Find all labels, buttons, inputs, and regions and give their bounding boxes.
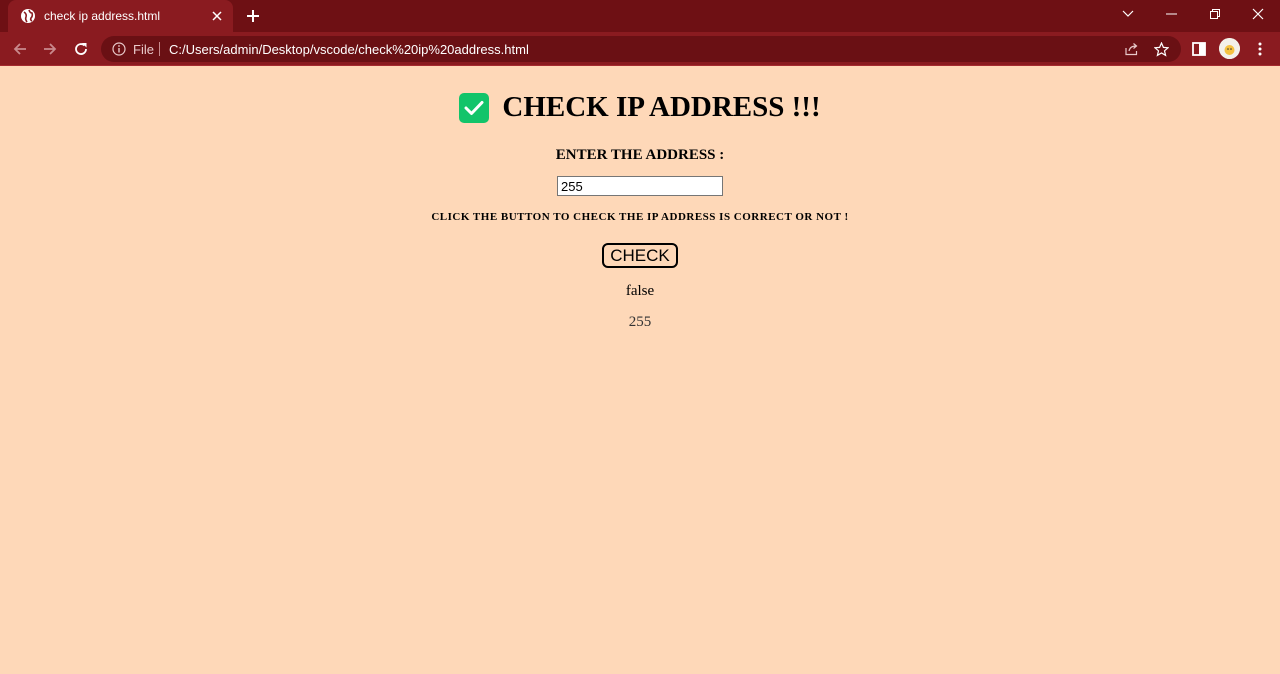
enter-address-label: ENTER THE ADDRESS : [555, 147, 725, 163]
result-text: false [625, 283, 655, 299]
avatar[interactable] [1219, 38, 1240, 59]
side-panel-icon[interactable] [1189, 39, 1209, 59]
check-button[interactable]: CHECK [602, 243, 678, 268]
forward-button[interactable] [40, 39, 60, 59]
close-icon[interactable] [209, 8, 225, 24]
close-icon [1252, 8, 1264, 20]
check-mark-button-icon [459, 92, 490, 123]
address-bar[interactable]: File C:/Users/admin/Desktop/vscode/check… [101, 36, 1181, 62]
omnibox-divider [159, 42, 160, 56]
minimize-icon [1166, 13, 1177, 15]
tab-search-button[interactable] [1108, 0, 1148, 28]
tab-active[interactable]: check ip address.html [8, 0, 233, 32]
minimize-button[interactable] [1152, 0, 1192, 28]
arrow-left-icon [13, 43, 26, 55]
entered-address-echo: 255 [628, 314, 652, 330]
info-icon[interactable] [111, 41, 127, 57]
star-icon[interactable] [1153, 41, 1169, 57]
back-button[interactable] [10, 39, 30, 59]
url-text[interactable]: C:/Users/admin/Desktop/vscode/check%20ip… [169, 42, 529, 57]
tab-title: check ip address.html [44, 9, 161, 23]
arrow-right-icon [44, 43, 57, 55]
globe-icon [20, 8, 36, 24]
page-title: CHECK IP ADDRESS !!! [502, 91, 821, 123]
share-icon[interactable] [1123, 41, 1139, 57]
reload-button[interactable] [71, 39, 91, 59]
more-menu-icon[interactable] [1250, 39, 1270, 59]
new-tab-button[interactable] [244, 7, 262, 25]
instruction-text: CLICK THE BUTTON TO CHECK THE IP ADDRESS… [431, 211, 849, 223]
restore-icon [1210, 9, 1220, 19]
chevron-down-icon [1122, 10, 1134, 17]
scheme-label: File [133, 42, 154, 57]
close-window-button[interactable] [1238, 0, 1278, 28]
page-content: CHECK IP ADDRESS !!! ENTER THE ADDRESS :… [0, 67, 1280, 674]
ip-address-input[interactable] [557, 176, 723, 196]
restore-button[interactable] [1195, 0, 1235, 28]
reload-icon [75, 43, 87, 55]
page-heading: CHECK IP ADDRESS !!! [0, 91, 1280, 124]
plus-icon [247, 10, 259, 22]
browser-toolbar: File C:/Users/admin/Desktop/vscode/check… [0, 32, 1280, 66]
tab-strip: check ip address.html [0, 0, 1280, 32]
